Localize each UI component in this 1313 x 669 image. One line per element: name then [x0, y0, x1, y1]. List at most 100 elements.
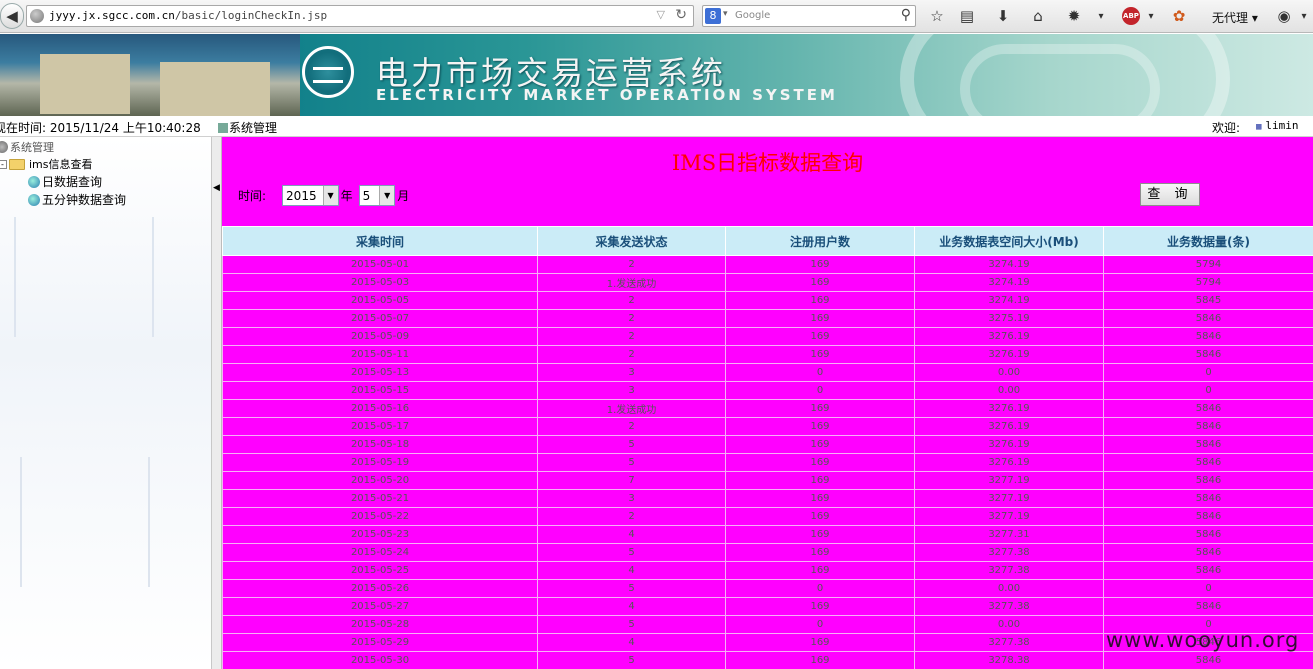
cell-registered-users: 169 — [725, 327, 915, 346]
sgcc-logo — [302, 46, 354, 98]
menu-icon-small — [218, 123, 228, 133]
table-row: 2015-05-20 7 169 3277.19 5846 — [222, 471, 1313, 490]
adblock-dropdown-icon[interactable]: ▾ — [1140, 5, 1162, 27]
proxy-menu[interactable]: 无代理 ▾ — [1212, 9, 1258, 26]
search-icon[interactable]: ⚲ — [901, 7, 911, 23]
search-box[interactable]: 8 ▾ Google ⚲ — [702, 5, 916, 27]
home-icon[interactable]: ⌂ — [1027, 5, 1049, 27]
url-text[interactable]: jyyy.jx.sgcc.com.cn/basic/loginCheckIn.j… — [49, 9, 327, 22]
cell-registered-users: 0 — [725, 615, 915, 634]
cell-record-count: 5846 — [1103, 345, 1313, 364]
cell-collect-time: 2015-05-30 — [222, 651, 538, 669]
cell-tablespace-size: 3276.19 — [914, 345, 1104, 364]
cell-tablespace-size: 3276.19 — [914, 435, 1104, 454]
collapse-icon[interactable]: - — [0, 159, 7, 169]
collapse-sidebar-icon[interactable]: ◀ — [213, 183, 220, 193]
cell-registered-users: 0 — [725, 381, 915, 400]
bookmarks-list-icon[interactable]: ▤ — [956, 5, 978, 27]
address-bar[interactable]: jyyy.jx.sgcc.com.cn/basic/loginCheckIn.j… — [26, 5, 694, 27]
reload-icon[interactable]: ↻ — [675, 7, 687, 23]
bookmark-star-icon[interactable]: ☆ — [926, 5, 948, 27]
header-banner: 电力市场交易运营系统 ELECTRICITY MARKET OPERATION … — [0, 34, 1313, 116]
extension-icon[interactable]: ✹ — [1063, 5, 1085, 27]
cell-tablespace-size: 3277.38 — [914, 633, 1104, 652]
filter-bar: 时间: 2015 ▼ 年 5 ▼ 月 — [238, 185, 409, 206]
url-host: jyyy.jx.sgcc.com.cn — [49, 9, 175, 22]
back-button[interactable]: ◀ — [0, 3, 24, 29]
tree-item-label: 五分钟数据查询 — [42, 193, 127, 207]
tree-folder-label: ims信息查看 — [29, 158, 93, 171]
cell-tablespace-size: 0.00 — [914, 579, 1104, 598]
addon-icon[interactable]: ✿ — [1168, 5, 1190, 27]
cell-registered-users: 169 — [725, 417, 915, 436]
table-row: 2015-05-24 5 169 3277.38 5846 — [222, 543, 1313, 562]
column-header-record-count: 业务数据量(条) — [1103, 226, 1313, 256]
info-bar: 现在时间: 2015/11/24 上午10:40:28 系统管理 欢迎: ▦ li… — [0, 116, 1313, 137]
cell-send-status: 1.发送成功 — [537, 399, 726, 418]
cell-collect-time: 2015-05-20 — [222, 471, 538, 490]
cell-send-status: 2 — [537, 327, 726, 346]
table-row: 2015-05-18 5 169 3276.19 5846 — [222, 435, 1313, 454]
cell-send-status: 4 — [537, 633, 726, 652]
table-row: 2015-05-05 2 169 3274.19 5845 — [222, 291, 1313, 310]
downloads-icon[interactable]: ⬇ — [992, 5, 1014, 27]
cell-registered-users: 169 — [725, 597, 915, 616]
cell-registered-users: 0 — [725, 363, 915, 382]
tree-item-five-minute-query[interactable]: 五分钟数据查询 — [28, 191, 126, 208]
cell-tablespace-size: 3274.19 — [914, 255, 1104, 274]
month-select[interactable]: 5 ▼ — [358, 185, 396, 206]
cell-send-status: 3 — [537, 489, 726, 508]
tree-folder-ims[interactable]: - ims信息查看 — [0, 156, 93, 172]
table-header-row: 采集时间 采集发送状态 注册用户数 业务数据表空间大小(Mb) 业务数据量(条) — [222, 226, 1313, 256]
cell-record-count: 5794 — [1103, 273, 1313, 292]
table-row: 2015-05-23 4 169 3277.31 5846 — [222, 525, 1313, 544]
url-dropdown-icon[interactable]: ▽ — [657, 8, 665, 21]
table-row: 2015-05-03 1.发送成功 169 3274.19 5794 — [222, 273, 1313, 292]
cell-send-status: 5 — [537, 615, 726, 634]
cell-record-count: 5846 — [1103, 597, 1313, 616]
proxy-label: 无代理 — [1212, 11, 1249, 25]
cell-record-count: 0 — [1103, 363, 1313, 382]
cell-tablespace-size: 3276.19 — [914, 417, 1104, 436]
cell-tablespace-size: 3275.19 — [914, 309, 1104, 328]
cell-record-count: 0 — [1103, 579, 1313, 598]
search-engine-dropdown-icon[interactable]: ▾ — [723, 9, 728, 19]
cell-tablespace-size: 3277.38 — [914, 561, 1104, 580]
year-select[interactable]: 2015 ▼ — [282, 185, 339, 206]
extension-dropdown-icon[interactable]: ▾ — [1090, 5, 1112, 27]
year-dropdown-icon[interactable]: ▼ — [322, 186, 338, 205]
cell-registered-users: 169 — [725, 255, 915, 274]
cell-record-count: 5846 — [1103, 327, 1313, 346]
building-wing-image — [40, 54, 130, 114]
cell-tablespace-size: 3277.19 — [914, 471, 1104, 490]
background-pylon — [20, 457, 150, 587]
menu-dropdown-icon[interactable]: ▾ — [1293, 5, 1313, 27]
table-row: 2015-05-16 1.发送成功 169 3276.19 5846 — [222, 399, 1313, 418]
cell-collect-time: 2015-05-01 — [222, 255, 538, 274]
menu-icon[interactable]: ◉ — [1273, 5, 1295, 27]
cell-collect-time: 2015-05-07 — [222, 309, 538, 328]
tree-root[interactable]: 系统管理 — [0, 139, 54, 155]
table-row: 2015-05-11 2 169 3276.19 5846 — [222, 345, 1313, 364]
current-user: ▦ limin — [1256, 119, 1299, 132]
cell-send-status: 7 — [537, 471, 726, 490]
adblock-icon[interactable]: ABP — [1122, 7, 1140, 25]
cell-record-count: 5845 — [1103, 291, 1313, 310]
month-dropdown-icon[interactable]: ▼ — [379, 186, 395, 205]
tree-item-daily-query[interactable]: 日数据查询 — [28, 173, 102, 190]
username: limin — [1265, 119, 1299, 132]
cell-collect-time: 2015-05-11 — [222, 345, 538, 364]
cell-registered-users: 169 — [725, 633, 915, 652]
year-value: 2015 — [286, 188, 317, 203]
query-button[interactable]: 查 询 — [1140, 183, 1200, 206]
search-engine-icon[interactable]: 8 — [705, 8, 721, 24]
cell-send-status: 2 — [537, 291, 726, 310]
cell-record-count: 5846 — [1103, 525, 1313, 544]
sidebar-splitter[interactable]: ◀ — [212, 137, 222, 669]
site-identity-icon[interactable] — [30, 9, 44, 23]
cell-send-status: 5 — [537, 579, 726, 598]
column-header-send-status: 采集发送状态 — [537, 226, 726, 256]
table-row: 2015-05-01 2 169 3274.19 5794 — [222, 255, 1313, 274]
system-menu-link[interactable]: 系统管理 — [218, 119, 277, 136]
tree-item-label: 日数据查询 — [42, 175, 103, 189]
